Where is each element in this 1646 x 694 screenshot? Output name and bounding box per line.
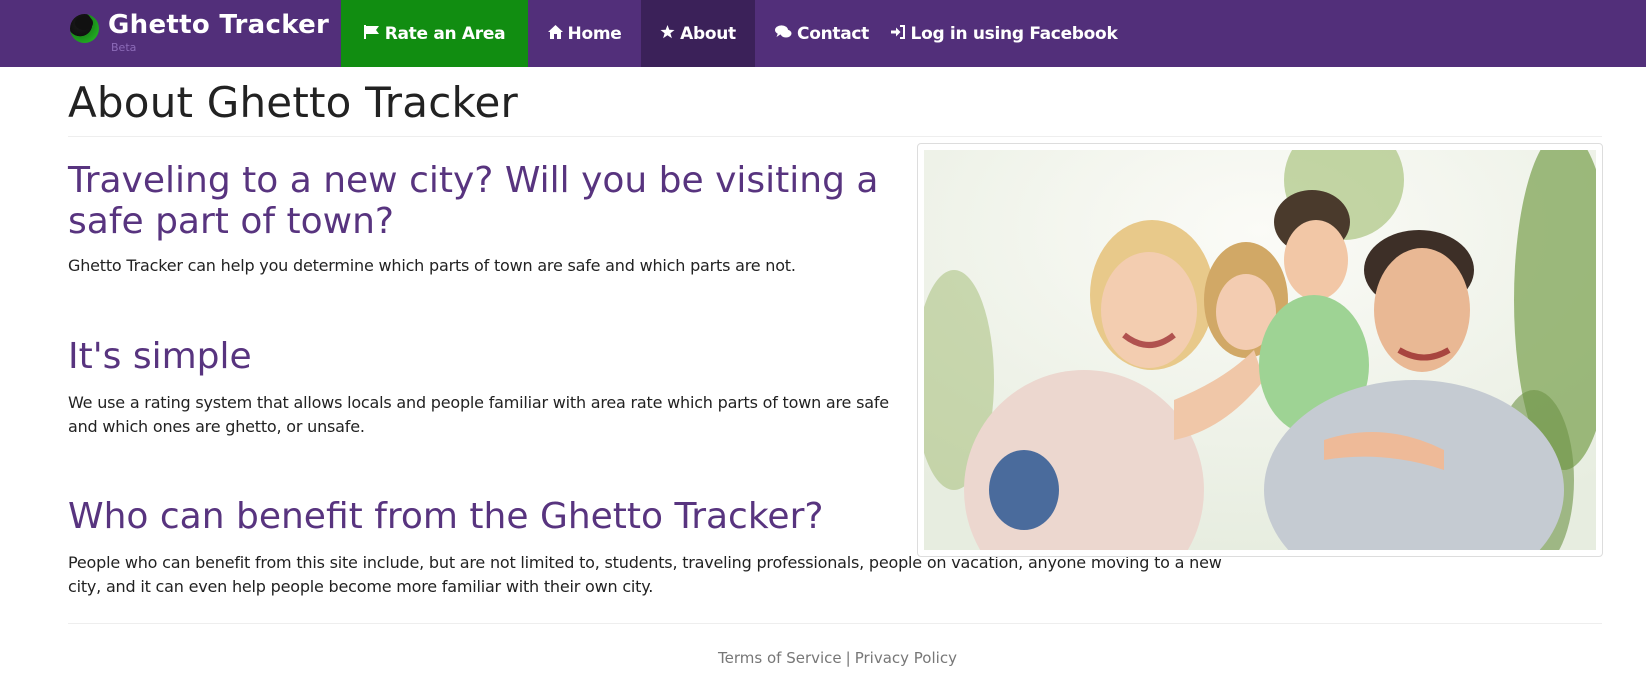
section-body-benefit: People who can benefit from this site in… (68, 553, 1222, 596)
nav-login-facebook[interactable]: Log in using Facebook (889, 0, 1119, 67)
section-heading-traveling: Traveling to a new city? Will you be vis… (68, 160, 879, 242)
brand-beta-badge: Beta (111, 41, 137, 54)
nav-rate-an-area[interactable]: Rate an Area (341, 0, 528, 67)
section-heading-benefit: Who can benefit from the Ghetto Tracker? (68, 496, 824, 537)
home-icon (547, 24, 563, 43)
nav-label: Contact (797, 23, 869, 44)
section-body-traveling: Ghetto Tracker can help you determine wh… (68, 256, 796, 275)
terms-of-service-link[interactable]: Terms of Service (718, 649, 842, 667)
family-photo-frame (917, 143, 1603, 557)
login-icon (890, 24, 906, 43)
nav-home[interactable]: Home (528, 0, 641, 67)
page-title: About Ghetto Tracker (68, 78, 519, 127)
family-photo (924, 150, 1596, 550)
nav-label: About (680, 23, 736, 44)
nav-about[interactable]: About (641, 0, 755, 67)
footer-separator: | (845, 649, 851, 667)
footer: Terms of Service | Privacy Policy (0, 649, 1646, 667)
star-icon (660, 24, 675, 43)
nav-contact[interactable]: Contact (755, 0, 889, 67)
privacy-policy-link[interactable]: Privacy Policy (855, 649, 957, 667)
section-body-simple: We use a rating system that allows local… (68, 393, 889, 436)
brand-logo-icon (70, 14, 99, 43)
nav-label: Log in using Facebook (910, 23, 1118, 44)
brand-title: Ghetto Tracker (108, 10, 330, 40)
nav-label: Rate an Area (384, 23, 506, 44)
footer-divider (68, 623, 1602, 624)
section-heading-simple: It's simple (68, 336, 252, 377)
flag-icon (363, 24, 380, 43)
top-navbar: Ghetto Tracker Beta Rate an Area Home Ab… (0, 0, 1646, 67)
nav-label: Home (567, 23, 622, 44)
chat-icon (775, 24, 792, 43)
title-divider (68, 136, 1602, 137)
brand-link[interactable]: Ghetto Tracker Beta (68, 8, 338, 58)
